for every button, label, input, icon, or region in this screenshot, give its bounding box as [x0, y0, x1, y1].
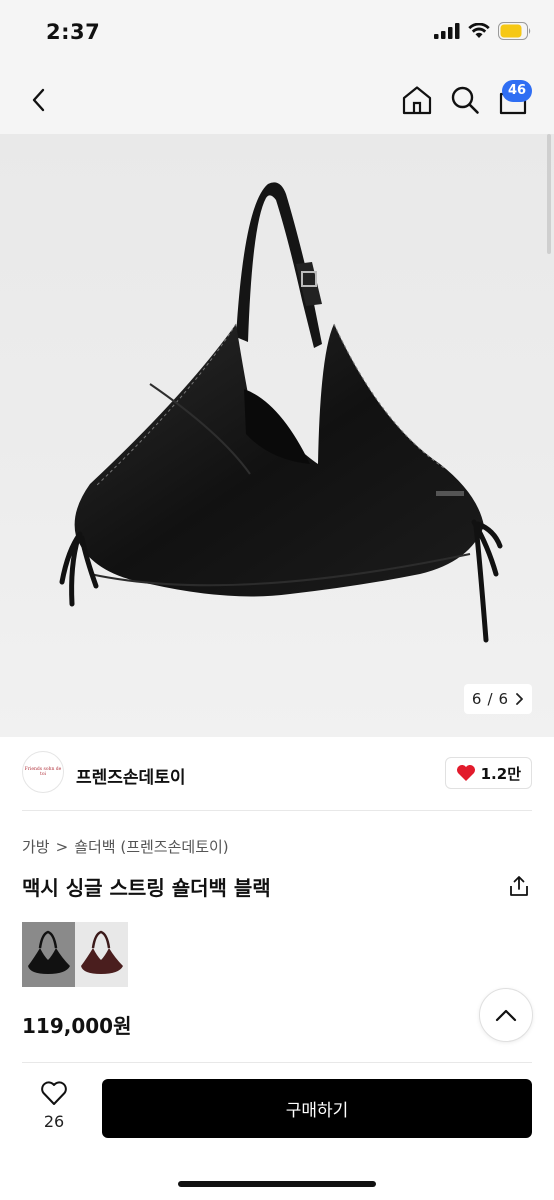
image-counter-current: 6 [471, 690, 482, 708]
battery-icon [498, 22, 531, 40]
product-image-gallery[interactable]: 6 / 6 [0, 134, 554, 737]
chevron-up-icon [495, 1009, 517, 1022]
brand-row: Friends sohn de toi 프렌즈손데토이 1.2만 [22, 751, 532, 797]
image-counter-separator: / [487, 690, 493, 708]
nav-bar [0, 66, 554, 134]
image-counter-total: 6 [498, 690, 509, 708]
heart-outline-icon [41, 1081, 67, 1105]
bottom-action-bar: 26 구매하기 [0, 1062, 554, 1200]
brand-logo[interactable]: Friends sohn de toi [22, 751, 64, 793]
bottom-bar-divider [22, 1062, 532, 1063]
status-icons [434, 22, 532, 40]
wifi-icon [468, 23, 490, 38]
color-options [22, 922, 128, 987]
breadcrumb: 가방 > 숄더백 (프렌즈손데토이) [22, 836, 229, 857]
heart-icon [456, 765, 475, 781]
buy-button[interactable]: 구매하기 [102, 1079, 532, 1138]
wishlist-count: 26 [43, 1112, 65, 1131]
share-icon[interactable] [507, 874, 531, 898]
product-image [59, 182, 503, 643]
home-icon[interactable] [401, 84, 433, 116]
brand-like-button[interactable]: 1.2만 [444, 757, 532, 789]
divider [22, 810, 532, 811]
breadcrumb-category[interactable]: 가방 [22, 836, 50, 857]
wishlist-button[interactable]: 26 [28, 1080, 80, 1131]
search-icon[interactable] [449, 84, 481, 116]
breadcrumb-subcategory[interactable]: 숄더백 (프렌즈손데토이) [74, 836, 228, 857]
signal-icon [434, 23, 460, 39]
page-scroll-indicator [547, 134, 551, 254]
product-title: 맥시 싱글 스트링 숄더백 블랙 [22, 876, 271, 900]
color-option-burgundy[interactable] [75, 922, 128, 987]
chevron-right-icon [516, 693, 523, 705]
image-counter[interactable]: 6 / 6 [464, 684, 532, 714]
brand-logo-text: Friends sohn de toi [24, 767, 62, 777]
status-bar: 2:37 [0, 0, 554, 66]
status-time: 2:37 [46, 20, 101, 44]
breadcrumb-separator: > [55, 837, 69, 856]
color-option-black[interactable] [22, 922, 75, 987]
product-price: 119,000원 [22, 1014, 132, 1038]
cart-count-badge: 46 [502, 80, 532, 102]
scroll-to-top-button[interactable] [479, 988, 533, 1042]
brand-name[interactable]: 프렌즈손데토이 [76, 763, 185, 788]
home-indicator [178, 1181, 376, 1187]
back-icon[interactable] [24, 84, 56, 116]
brand-like-count: 1.2만 [480, 764, 521, 783]
burgundy-bag-thumbnail [81, 930, 123, 974]
black-bag-thumbnail [28, 930, 70, 974]
